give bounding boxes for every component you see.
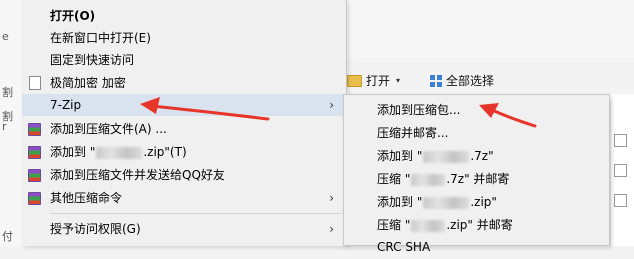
folder-icon: [347, 74, 362, 87]
submenu-item-crc-sha[interactable]: CRC SHA: [344, 235, 609, 259]
submenu-item-label: 添加到压缩包...: [377, 103, 461, 117]
label-prefix: 添加到 ": [377, 149, 423, 163]
menu-item-label: 打开(O): [50, 9, 96, 23]
chevron-right-icon: ›: [329, 222, 334, 236]
left-fragment-text: e: [2, 30, 9, 43]
redacted-filename: [423, 150, 470, 163]
left-fragment-text: r: [2, 120, 7, 133]
row-checkbox[interactable]: [614, 194, 627, 207]
submenu-item-label: 压缩 " .zip" 并邮寄: [377, 213, 513, 237]
submenu-item-compress-and-email[interactable]: 压缩并邮寄...: [344, 121, 609, 145]
menu-item-7zip[interactable]: 7-Zip ›: [22, 94, 346, 116]
ribbon-select-all-button[interactable]: 全部选择: [430, 72, 494, 89]
menu-item-label: 固定到快速访问: [50, 53, 135, 67]
menu-item-add-and-send-qq[interactable]: 添加到压缩文件并发送给QQ好友: [22, 164, 346, 186]
menu-item-label: 极简加密 加密: [50, 76, 126, 90]
submenu-item-compress-7z-email[interactable]: 压缩 " .7z" 并邮寄: [344, 167, 609, 191]
redacted-filename: [411, 173, 446, 186]
select-all-icon: [430, 74, 442, 87]
submenu-item-label: 压缩并邮寄...: [377, 126, 449, 140]
redacted-filename: [96, 146, 143, 159]
menu-item-add-to-archive[interactable]: 添加到压缩文件(A) ...: [22, 118, 346, 140]
label-suffix: .7z": [470, 149, 494, 163]
menu-item-label: 7-Zip: [50, 98, 82, 112]
label-prefix: 添加到 ": [50, 145, 96, 159]
submenu-item-add-to-zip[interactable]: 添加到 " .zip": [344, 190, 609, 214]
menu-item-other-compress[interactable]: 其他压缩命令 ›: [22, 187, 346, 209]
menu-item-label: 添加到压缩文件(A) ...: [50, 122, 167, 136]
explorer-left-strip: e 割 割 r 付: [0, 0, 22, 246]
label-prefix: 添加到 ": [377, 195, 423, 209]
menu-item-label: 在新窗口中打开(E): [50, 31, 151, 45]
redacted-filename: [423, 196, 470, 209]
label-prefix: 压缩 ": [377, 172, 411, 186]
context-menu: 打开(O) 在新窗口中打开(E) 固定到快速访问 极简加密 加密 7-Zip ›…: [22, 0, 347, 246]
menu-item-grant-access[interactable]: 授予访问权限(G) ›: [22, 218, 346, 240]
submenu-item-add-to-7z[interactable]: 添加到 " .7z": [344, 144, 609, 168]
menu-separator: [50, 213, 342, 214]
menu-item-label: 添加到压缩文件并发送给QQ好友: [50, 168, 225, 182]
chevron-right-icon: ›: [329, 191, 334, 205]
menu-item-add-to-zip[interactable]: 添加到 " .zip"(T): [22, 141, 346, 163]
submenu-item-label: 添加到 " .7z": [377, 144, 494, 168]
menu-item-pin-quick-access[interactable]: 固定到快速访问: [22, 49, 346, 71]
menu-item-open-new-window[interactable]: 在新窗口中打开(E): [22, 27, 346, 49]
menu-item-label: 添加到 " .zip"(T): [50, 141, 187, 163]
label-suffix: .zip"(T): [143, 145, 187, 159]
redacted-filename: [411, 219, 446, 232]
winrar-icon: [28, 123, 41, 136]
submenu-item-label: CRC SHA: [377, 240, 431, 254]
ribbon-select-all-label: 全部选择: [446, 74, 495, 88]
label-suffix: .7z" 并邮寄: [446, 172, 510, 186]
submenu-item-label: 压缩 " .7z" 并邮寄: [377, 167, 509, 191]
label-suffix: .zip" 并邮寄: [446, 218, 513, 232]
label-prefix: 压缩 ": [377, 218, 411, 232]
left-fragment-text: 割: [2, 86, 13, 99]
ribbon-open-label: 打开: [366, 74, 391, 88]
label-suffix: .zip": [470, 195, 497, 209]
row-checkbox[interactable]: [614, 134, 627, 147]
caret-down-icon: ▾: [396, 76, 401, 85]
left-fragment-text: 付: [2, 230, 13, 243]
menu-item-label: 其他压缩命令: [50, 191, 123, 205]
chevron-right-icon: ›: [329, 98, 334, 112]
submenu-item-add-to-archive[interactable]: 添加到压缩包...: [344, 98, 609, 122]
ribbon-open-button[interactable]: 打开 ▾: [347, 72, 400, 89]
winrar-icon: [28, 146, 41, 159]
winrar-icon: [28, 192, 41, 205]
menu-item-label: 授予访问权限(G): [50, 222, 141, 236]
submenu-item-label: 添加到 " .zip": [377, 190, 497, 214]
submenu-item-compress-zip-email[interactable]: 压缩 " .zip" 并邮寄: [344, 213, 609, 237]
menu-item-encrypt[interactable]: 极简加密 加密: [22, 72, 346, 94]
7zip-submenu: 添加到压缩包... 压缩并邮寄... 添加到 " .7z" 压缩 " .7z" 并邮…: [343, 94, 610, 254]
menu-item-open[interactable]: 打开(O): [22, 5, 346, 27]
column-divider: [610, 100, 611, 246]
row-checkbox[interactable]: [614, 164, 627, 177]
document-icon: [29, 76, 41, 90]
winrar-icon: [28, 169, 41, 182]
